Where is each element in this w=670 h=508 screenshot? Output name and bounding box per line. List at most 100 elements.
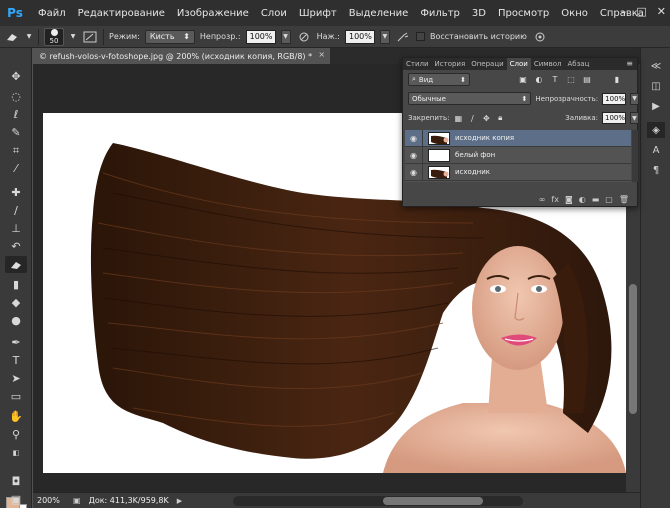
menu-select[interactable]: Выделение <box>343 8 415 19</box>
horizontal-scroll-thumb[interactable] <box>383 497 483 505</box>
layers-scrollbar[interactable] <box>632 130 638 182</box>
layer-fill-dropdown[interactable]: ▼ <box>630 112 639 124</box>
eye-icon[interactable]: ◉ <box>405 163 423 181</box>
eraser-tool-preset-icon[interactable] <box>4 30 20 44</box>
layer-opacity-field[interactable]: 100% <box>602 92 627 105</box>
lock-pixels-icon[interactable]: ∕ <box>467 113 477 123</box>
collapse-dock-icon[interactable]: ≪ <box>647 58 665 74</box>
group-icon[interactable]: ▬ <box>592 195 600 204</box>
lock-all-icon[interactable]: 🔒︎ <box>495 113 505 123</box>
brush-panel-icon[interactable] <box>82 30 98 44</box>
opacity-dropdown-button[interactable]: ▼ <box>280 29 291 44</box>
lasso-tool-icon[interactable]: ℓ <box>5 106 27 123</box>
close-tab-icon[interactable]: × <box>318 50 325 59</box>
new-layer-icon[interactable]: ▢ <box>605 195 613 204</box>
menu-edit[interactable]: Редактирование <box>72 8 171 19</box>
tab-styles[interactable]: Стили <box>403 58 432 70</box>
marquee-tool-icon[interactable]: ◌ <box>5 88 27 105</box>
flow-dropdown-button[interactable]: ▼ <box>379 29 390 44</box>
paragraph-panel-icon[interactable]: ¶ <box>647 162 665 178</box>
menu-filter[interactable]: Фильтр <box>414 8 466 19</box>
screen-mode-icon[interactable]: ▣ <box>5 491 27 508</box>
tab-actions[interactable]: Операци <box>468 58 506 70</box>
default-colors-icon[interactable]: ◧ <box>5 444 27 461</box>
hand-tool-icon[interactable]: ✋ <box>5 408 27 425</box>
filter-adjustment-icon[interactable]: ◐ <box>534 75 544 85</box>
filter-type-icon[interactable]: T <box>550 75 560 85</box>
chevron-down-icon[interactable]: ▼ <box>25 30 33 44</box>
status-icon[interactable]: ▣ <box>73 496 81 505</box>
filter-shape-icon[interactable]: ⬚ <box>566 75 576 85</box>
layers-panel-icon[interactable]: ◈ <box>647 122 665 138</box>
filter-smart-object-icon[interactable]: ▤ <box>582 75 592 85</box>
panel-menu-icon[interactable]: ≡ <box>626 59 633 68</box>
link-icon[interactable]: ∞ <box>539 195 546 204</box>
menu-3d[interactable]: 3D <box>466 8 492 19</box>
maximize-button[interactable]: □ <box>636 5 646 18</box>
eye-icon[interactable]: ◉ <box>405 129 423 147</box>
pen-tool-icon[interactable]: ✒ <box>5 334 27 351</box>
history-panel-icon[interactable]: ◫ <box>647 78 665 94</box>
quick-select-tool-icon[interactable]: ✎ <box>5 124 27 141</box>
layer-row[interactable]: ◉ белый фон <box>405 146 631 164</box>
tab-history[interactable]: История <box>432 58 469 70</box>
menu-type[interactable]: Шрифт <box>293 8 343 19</box>
eyedropper-tool-icon[interactable]: ⁄ <box>5 160 27 177</box>
mode-select[interactable]: Кисть ⬍ <box>144 29 195 44</box>
type-tool-icon[interactable]: T <box>5 352 27 369</box>
brush-size-picker[interactable]: 50 <box>44 27 64 46</box>
actions-panel-icon[interactable]: ▶ <box>647 98 665 114</box>
menu-view[interactable]: Просмотр <box>492 8 555 19</box>
filter-pixel-icon[interactable]: ▣ <box>518 75 528 85</box>
layer-opacity-dropdown[interactable]: ▼ <box>630 92 639 105</box>
opacity-field[interactable]: 100% <box>245 29 276 44</box>
status-arrow-icon[interactable]: ▶ <box>177 497 182 505</box>
menu-image[interactable]: Изображение <box>171 8 255 19</box>
dodge-tool-icon[interactable]: ● <box>5 312 27 329</box>
path-selection-tool-icon[interactable]: ➤ <box>5 370 27 387</box>
mask-icon[interactable]: ◙ <box>565 195 573 204</box>
menu-window[interactable]: Окно <box>555 8 594 19</box>
blend-mode-select[interactable]: Обычные ⬍ <box>408 92 532 105</box>
rectangle-tool-icon[interactable]: ▭ <box>5 388 27 405</box>
adjustment-icon[interactable]: ◐ <box>579 195 586 204</box>
tab-character[interactable]: Символ <box>531 58 565 70</box>
flow-field[interactable]: 100% <box>344 29 375 44</box>
character-panel-icon[interactable]: A <box>647 142 665 158</box>
document-tab[interactable]: © refush-volos-v-fotoshope.jpg @ 200% (и… <box>33 48 331 64</box>
fx-icon[interactable]: fx <box>551 195 559 204</box>
clone-stamp-tool-icon[interactable]: ⊥ <box>5 220 27 237</box>
spot-healing-tool-icon[interactable]: ✚ <box>5 184 27 201</box>
minimize-button[interactable]: – <box>621 5 627 18</box>
tab-layers[interactable]: Слои <box>506 58 531 70</box>
eraser-tool-icon[interactable] <box>5 256 27 273</box>
pressure-opacity-icon[interactable] <box>296 30 312 44</box>
chevron-down-icon[interactable]: ▼ <box>69 30 77 44</box>
airbrush-icon[interactable] <box>395 30 411 44</box>
crop-tool-icon[interactable]: ⌗ <box>5 142 27 159</box>
layer-filter-select[interactable]: ⌕ Вид ⬍ <box>408 73 470 86</box>
close-window-button[interactable]: ✕ <box>657 5 666 18</box>
move-tool-icon[interactable]: ✥ <box>5 68 27 85</box>
vertical-scroll-thumb[interactable] <box>629 284 637 414</box>
filter-toggle-icon[interactable]: ▮ <box>612 75 622 85</box>
layer-row[interactable]: ◉ исходник копия <box>405 129 631 147</box>
eye-icon[interactable]: ◉ <box>405 146 423 164</box>
blur-tool-icon[interactable]: ◆ <box>5 294 27 311</box>
restore-history-checkbox[interactable] <box>415 32 425 41</box>
menu-layers[interactable]: Слои <box>255 8 293 19</box>
brush-tool-icon[interactable]: ∕ <box>5 202 27 219</box>
layer-fill-field[interactable]: 100% <box>602 112 627 124</box>
gradient-tool-icon[interactable]: ▮ <box>5 276 27 293</box>
tab-paragraph[interactable]: Абзац <box>564 58 592 70</box>
trash-icon[interactable]: 🗑︎ <box>619 195 629 204</box>
lock-position-icon[interactable]: ✥ <box>481 113 491 123</box>
zoom-tool-icon[interactable]: ⚲ <box>5 426 27 443</box>
layer-row[interactable]: ◉ исходник <box>405 163 631 181</box>
zoom-level[interactable]: 200% <box>37 496 65 505</box>
pressure-size-icon[interactable] <box>532 30 548 44</box>
menu-file[interactable]: Файл <box>32 8 72 19</box>
history-brush-tool-icon[interactable]: ↶ <box>5 238 27 255</box>
quick-mask-icon[interactable]: ◘ <box>5 473 27 490</box>
horizontal-scrollbar[interactable] <box>233 496 523 506</box>
